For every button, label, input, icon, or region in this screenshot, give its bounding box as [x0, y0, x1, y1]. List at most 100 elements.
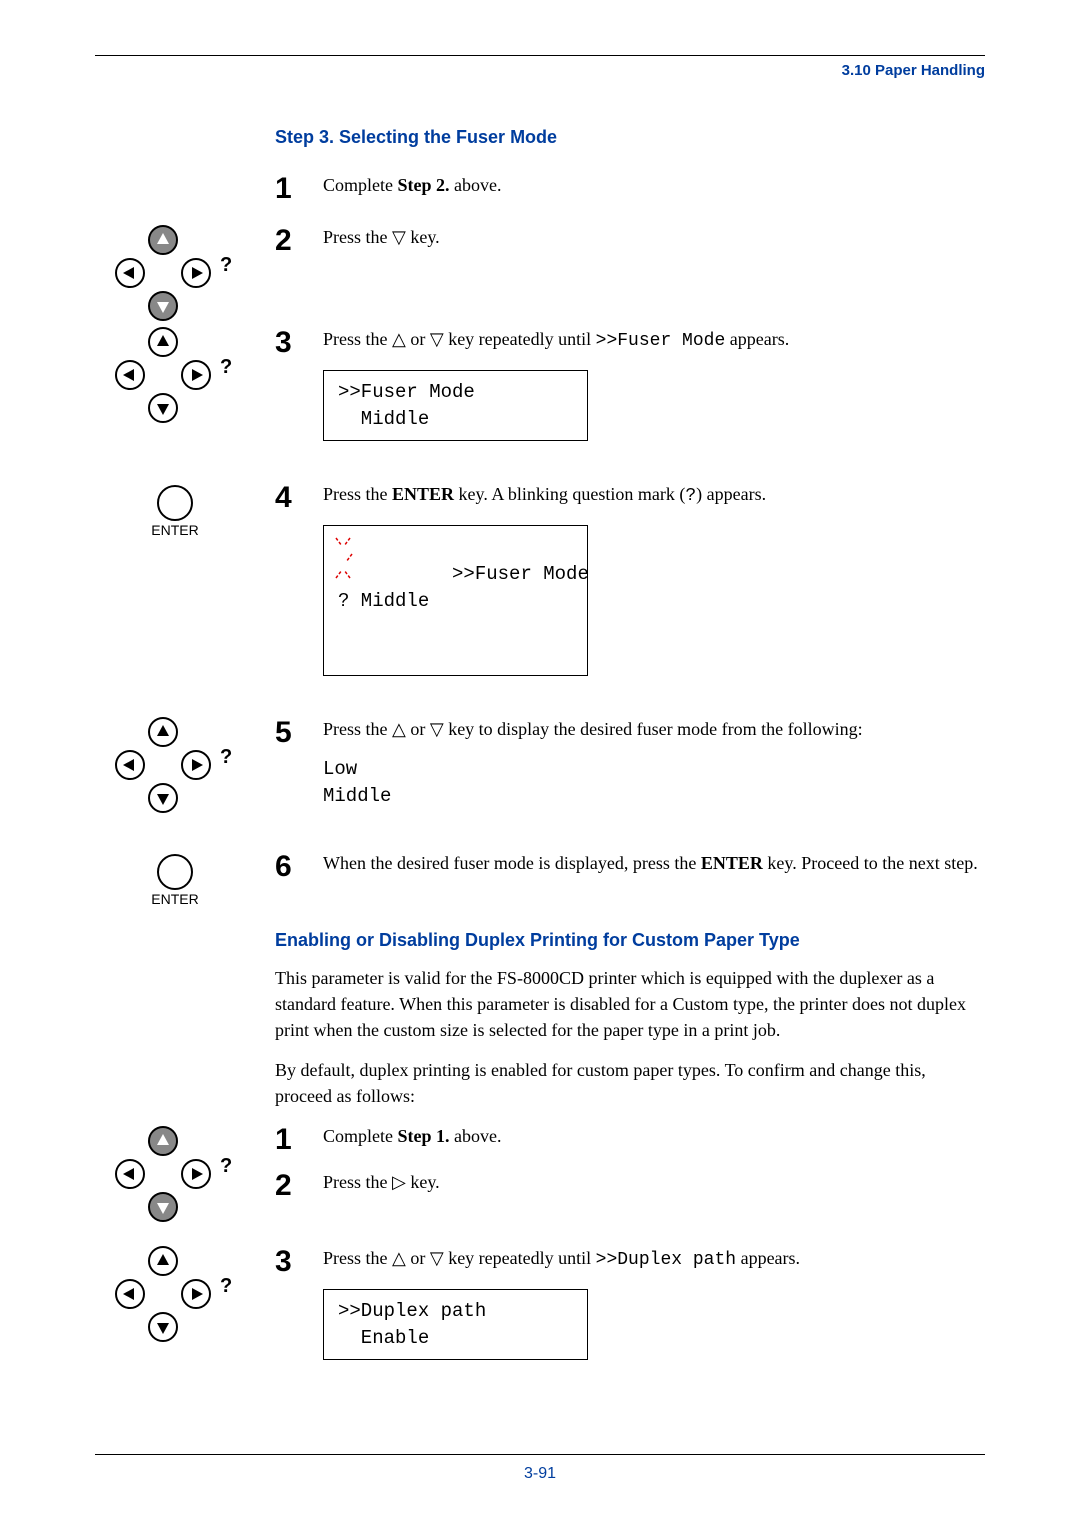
step-row: ENTER 4 Press the ENTER key. A blinking … [275, 481, 985, 676]
triangle-down-icon: ▽ [430, 1248, 444, 1268]
step-number: 1 [275, 1125, 323, 1155]
header-section-ref: 3.10 Paper Handling [95, 62, 985, 79]
text-bold: Step 1. [398, 1126, 450, 1146]
lcd-display: >>Fuser Mode Middle [323, 370, 588, 441]
text-fragment: Complete [323, 1126, 398, 1146]
step-text: Press the △ or ▽ key to display the desi… [323, 716, 985, 809]
text-bold: Step 2. [398, 175, 450, 195]
display-text: >>Fuser Mode ? Middle [338, 563, 589, 612]
step-number: 3 [275, 1247, 323, 1277]
page-footer: 3-91 [95, 1454, 985, 1483]
nav-keys-icon: ? [108, 716, 243, 821]
nav-keys-icon: ? [108, 326, 243, 431]
text-fragment: When the desired fuser mode is displayed… [323, 853, 701, 873]
text-fragment: Press the [323, 329, 392, 349]
text-fragment: Press the [323, 227, 392, 247]
text-fragment: key. [406, 1172, 440, 1192]
step-number: 2 [275, 226, 323, 256]
mono-text: ? [685, 486, 696, 506]
keypad-icon: ? [95, 326, 255, 431]
text-bold: ENTER [392, 484, 454, 504]
step-text: Complete Step 2. above. [323, 172, 985, 198]
text-fragment: key repeatedly until [444, 329, 596, 349]
step-text: Press the ▽ key. [323, 224, 985, 250]
text-fragment: key. A blinking question mark ( [454, 484, 685, 504]
text-fragment: ) appears. [696, 484, 766, 504]
lcd-display: >>Fuser Mode ? Middle [323, 525, 588, 676]
text-fragment: Press the [323, 1172, 392, 1192]
text-fragment: Press the [323, 719, 392, 739]
step-text: Press the ▷ key. [323, 1169, 985, 1195]
step-number: 2 [275, 1171, 323, 1201]
text-fragment: or [406, 719, 430, 739]
text-fragment: Press the [323, 484, 392, 504]
step-text: Press the △ or ▽ key repeatedly until >>… [323, 326, 985, 441]
enter-key-icon: ENTER [95, 852, 255, 907]
text-fragment: Complete [323, 175, 398, 195]
top-rule [95, 55, 985, 56]
nav-keys-icon: ? [108, 224, 243, 329]
step-text: Complete Step 1. above. [323, 1123, 985, 1149]
step-number: 3 [275, 328, 323, 358]
svg-text:ENTER: ENTER [151, 891, 198, 907]
paragraph: By default, duplex printing is enabled f… [275, 1057, 985, 1109]
svg-text:?: ? [220, 254, 232, 276]
keypad-icon: ? [95, 1245, 255, 1350]
paragraph: This parameter is valid for the FS-8000C… [275, 965, 985, 1043]
section1-title: Step 3. Selecting the Fuser Mode [275, 127, 985, 148]
step-row: ? 3 Press the △ or ▽ key repeatedly unti… [275, 1245, 985, 1360]
text-bold: ENTER [701, 853, 763, 873]
step-number: 5 [275, 718, 323, 748]
step-row: ? 5 Press the △ or ▽ key to display the … [275, 716, 985, 809]
text-fragment: above. [450, 175, 502, 195]
triangle-up-icon: △ [392, 719, 406, 739]
keypad-icon: ? [95, 224, 255, 329]
triangle-down-icon: ▽ [430, 719, 444, 739]
section2-title: Enabling or Disabling Duplex Printing fo… [275, 930, 985, 951]
nav-keys-icon: ? [108, 1125, 243, 1230]
triangle-up-icon: △ [392, 329, 406, 349]
step-text: When the desired fuser mode is displayed… [323, 850, 985, 876]
text-fragment: or [406, 1248, 430, 1268]
triangle-right-icon: ▷ [392, 1172, 406, 1192]
text-fragment: appears. [736, 1248, 800, 1268]
option-list: Low Middle [323, 756, 985, 809]
text-fragment: appears. [725, 329, 789, 349]
enter-key-icon: ENTER [95, 483, 255, 538]
page-number: 3-91 [95, 1465, 985, 1483]
triangle-up-icon: △ [392, 1248, 406, 1268]
step-row: ? 3 Press the △ or ▽ key repeatedly unti… [275, 326, 985, 441]
step-row: ENTER 6 When the desired fuser mode is d… [275, 850, 985, 882]
triangle-down-icon: ▽ [392, 227, 406, 247]
lcd-display: >>Duplex path Enable [323, 1289, 588, 1360]
text-fragment: key to display the desired fuser mode fr… [444, 719, 863, 739]
svg-text:ENTER: ENTER [151, 522, 198, 538]
enter-button-icon: ENTER [145, 483, 205, 538]
enter-button-icon: ENTER [145, 852, 205, 907]
svg-text:?: ? [220, 1275, 232, 1297]
svg-text:?: ? [220, 356, 232, 378]
text-fragment: key. [406, 227, 440, 247]
text-fragment: or [406, 329, 430, 349]
step-row: 2 Press the ▷ key. [275, 1169, 985, 1201]
mono-text: >>Fuser Mode [596, 331, 726, 351]
text-fragment: key. Proceed to the next step. [763, 853, 978, 873]
text-fragment: Press the [323, 1248, 392, 1268]
mono-text: >>Duplex path [596, 1250, 736, 1270]
nav-keys-icon: ? [108, 1245, 243, 1350]
text-fragment: key repeatedly until [444, 1248, 596, 1268]
step-row: ? 1 Complete Step 1. above. [275, 1123, 985, 1155]
step-number: 6 [275, 852, 323, 882]
step-number: 4 [275, 483, 323, 513]
step-row: ? 2 Press the ▽ key. [275, 224, 985, 256]
step-text: Press the ENTER key. A blinking question… [323, 481, 985, 676]
keypad-icon: ? [95, 716, 255, 821]
keypad-icon: ? [95, 1125, 255, 1230]
svg-text:?: ? [220, 1155, 232, 1177]
svg-text:?: ? [220, 746, 232, 768]
step-number: 1 [275, 174, 323, 204]
blink-arrows-icon [328, 530, 358, 586]
bottom-rule [95, 1454, 985, 1455]
step-row: 1 Complete Step 2. above. [275, 172, 985, 204]
triangle-down-icon: ▽ [430, 329, 444, 349]
